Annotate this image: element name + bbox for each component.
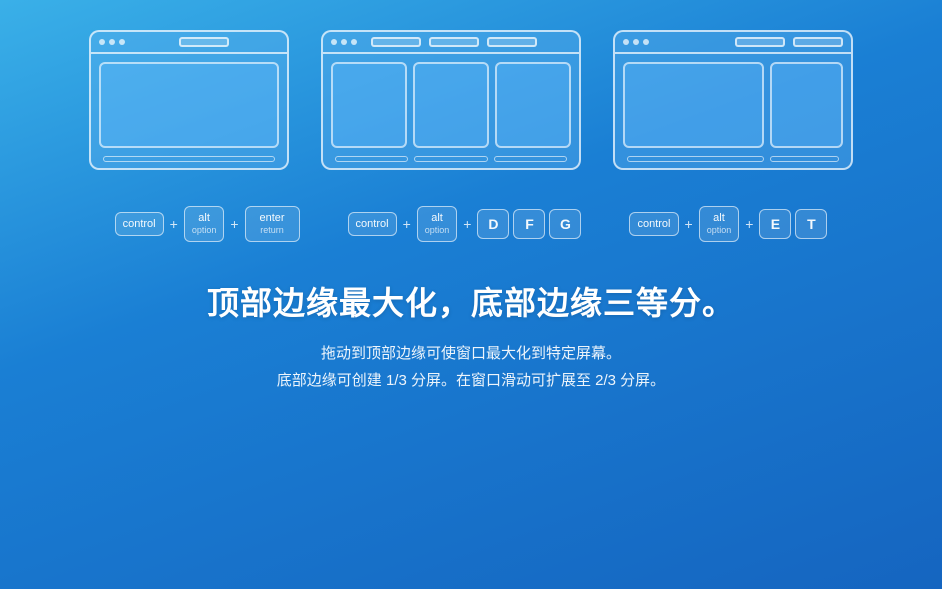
key-alt-option-1: altoption <box>184 206 225 242</box>
key-g: G <box>549 209 581 239</box>
illustrations-row <box>89 30 853 170</box>
dot1 <box>99 39 105 45</box>
dot2 <box>109 39 115 45</box>
pane-1 <box>331 62 407 148</box>
dot2 <box>341 39 347 45</box>
dot1 <box>331 39 337 45</box>
tab-ind-1 <box>371 37 421 47</box>
dot3 <box>119 39 125 45</box>
tab-ind-r1 <box>735 37 785 47</box>
laptop-bar-triple <box>323 32 579 54</box>
key-enter-return: enterreturn <box>245 206 300 242</box>
plus-5: + <box>685 216 693 232</box>
pane-2 <box>413 62 489 148</box>
shortcuts-row: control + altoption + enterreturn contro… <box>115 206 828 242</box>
laptop-content-single <box>99 62 279 148</box>
main-title: 顶部边缘最大化，底部边缘三等分。 <box>207 278 735 324</box>
key-control-1: control <box>115 212 164 236</box>
scrollbar-single <box>103 156 275 162</box>
plus-1: + <box>170 216 178 232</box>
laptop-bar-single <box>91 32 287 54</box>
plus-3: + <box>403 216 411 232</box>
scroll-3 <box>494 156 567 162</box>
sub-text: 拖动到顶部边缘可使窗口最大化到特定屏幕。 底部边缘可创建 1/3 分屏。在窗口滑… <box>207 340 735 394</box>
dot1 <box>623 39 629 45</box>
key-t: T <box>795 209 827 239</box>
dot2 <box>633 39 639 45</box>
tab-indicator <box>179 37 229 47</box>
content-pane-full <box>99 62 279 148</box>
tab-center <box>129 37 279 47</box>
tab-ind-r2 <box>793 37 843 47</box>
laptop-bar-two <box>615 32 851 54</box>
laptop-content-two <box>623 62 843 148</box>
plus-4: + <box>463 216 471 232</box>
key-control-3: control <box>629 212 678 236</box>
illustration-single <box>89 30 289 170</box>
sub-line-1: 拖动到顶部边缘可使窗口最大化到特定屏幕。 <box>321 345 621 362</box>
scroll-main <box>627 156 764 162</box>
text-section: 顶部边缘最大化，底部边缘三等分。 拖动到顶部边缘可使窗口最大化到特定屏幕。 底部… <box>207 278 735 394</box>
plus-2: + <box>230 216 238 232</box>
shortcut-thirds: control + altoption + D F G <box>348 206 582 242</box>
plus-6: + <box>745 216 753 232</box>
pane-side <box>770 62 843 148</box>
shortcut-two-thirds: control + altoption + E T <box>629 206 827 242</box>
key-d: D <box>477 209 509 239</box>
shortcut-maximize: control + altoption + enterreturn <box>115 206 300 242</box>
key-alt-option-2: altoption <box>417 206 458 242</box>
pane-main <box>623 62 764 148</box>
scroll-2 <box>414 156 487 162</box>
key-e: E <box>759 209 791 239</box>
key-alt-option-3: altoption <box>699 206 740 242</box>
sub-line-2: 底部边缘可创建 1/3 分屏。在窗口滑动可扩展至 2/3 分屏。 <box>277 372 665 389</box>
laptop-content-triple <box>331 62 571 148</box>
tab-ind-3 <box>487 37 537 47</box>
tab-ind-2 <box>429 37 479 47</box>
dot3 <box>643 39 649 45</box>
illustration-triple <box>321 30 581 170</box>
scroll-side <box>770 156 839 162</box>
dot3 <box>351 39 357 45</box>
scroll-1 <box>335 156 408 162</box>
illustration-two <box>613 30 853 170</box>
key-control-2: control <box>348 212 397 236</box>
key-f: F <box>513 209 545 239</box>
pane-3 <box>495 62 571 148</box>
